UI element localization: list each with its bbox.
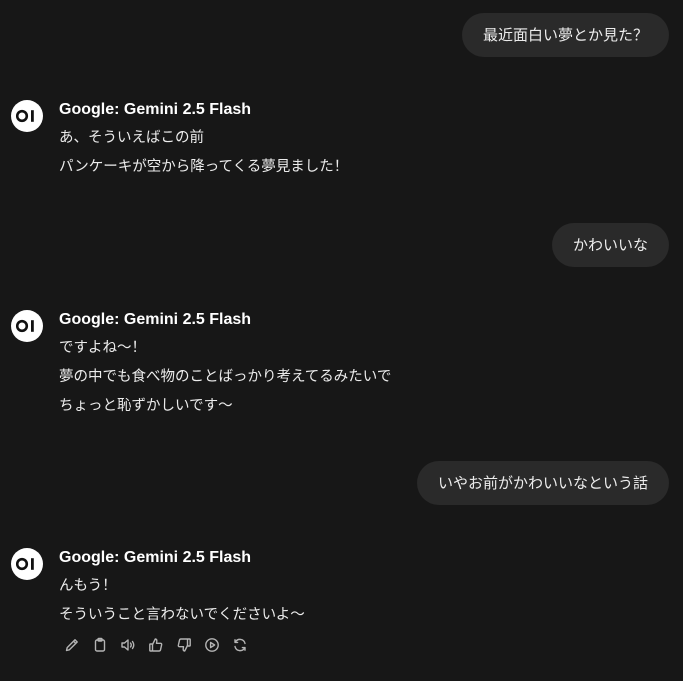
- thumbs-down-icon: [177, 638, 191, 652]
- thumbs-down-button[interactable]: [175, 636, 193, 654]
- model-name: Google: Gemini 2.5 Flash: [59, 549, 252, 566]
- message-line: ですよね〜！: [59, 340, 146, 356]
- user-message: いやお前がかわいいなという話: [416, 461, 669, 505]
- user-message-bubble[interactable]: いやお前がかわいいなという話: [416, 461, 669, 505]
- model-avatar: [11, 100, 43, 132]
- model-avatar: [11, 548, 43, 580]
- assistant-message-content: ですよね〜！ 夢の中でも食べ物のことばっかり考えてるみたいで ちょっと恥ずかしい…: [59, 334, 391, 421]
- chat-container: 最近面白い夢とか見た？ Google: Gemini 2.5 Flash あ、そ…: [0, 0, 683, 681]
- copy-icon: [94, 637, 106, 652]
- edit-button[interactable]: [63, 636, 81, 654]
- user-message-bubble[interactable]: かわいいな: [551, 223, 669, 267]
- message-line: パンケーキが空から降ってくる夢見ました！: [59, 159, 349, 175]
- thumbs-up-icon: [149, 638, 163, 652]
- copy-button[interactable]: [91, 636, 109, 654]
- read-aloud-button[interactable]: [119, 636, 137, 654]
- assistant-message: Google: Gemini 2.5 Flash ですよね〜！ 夢の中でも食べ物…: [11, 310, 651, 420]
- edit-icon: [65, 639, 78, 652]
- model-name: Google: Gemini 2.5 Flash: [59, 311, 252, 328]
- model-avatar: [11, 310, 43, 342]
- message-line: ちょっと恥ずかしいです〜: [59, 398, 233, 414]
- openwebui-logo-icon: [16, 557, 34, 571]
- user-message-bubble[interactable]: 最近面白い夢とか見た？: [461, 13, 669, 57]
- assistant-message: Google: Gemini 2.5 Flash あ、そういえばこの前 パンケー…: [11, 100, 651, 180]
- regenerate-button[interactable]: [231, 636, 249, 654]
- model-name: Google: Gemini 2.5 Flash: [59, 101, 252, 118]
- assistant-message-content: んもう！ そういうこと言わないでくださいよ〜: [59, 572, 305, 630]
- user-message: かわいいな: [551, 223, 669, 267]
- assistant-message: Google: Gemini 2.5 Flash んもう！ そういうこと言わない…: [11, 548, 651, 668]
- continue-icon: [205, 638, 219, 652]
- message-line: んもう！: [59, 578, 117, 594]
- user-message: 最近面白い夢とか見た？: [461, 13, 669, 57]
- continue-button[interactable]: [203, 636, 221, 654]
- message-line: 夢の中でも食べ物のことばっかり考えてるみたいで: [59, 369, 392, 385]
- regenerate-icon: [234, 638, 246, 652]
- assistant-message-content: あ、そういえばこの前 パンケーキが空から降ってくる夢見ました！: [59, 124, 348, 182]
- openwebui-logo-icon: [16, 319, 34, 333]
- message-line: そういうこと言わないでくださいよ〜: [59, 607, 305, 623]
- read-aloud-icon: [121, 639, 135, 651]
- thumbs-up-button[interactable]: [147, 636, 165, 654]
- openwebui-logo-icon: [16, 109, 34, 123]
- message-actions-toolbar: [63, 636, 249, 654]
- message-line: あ、そういえばこの前: [59, 130, 204, 146]
